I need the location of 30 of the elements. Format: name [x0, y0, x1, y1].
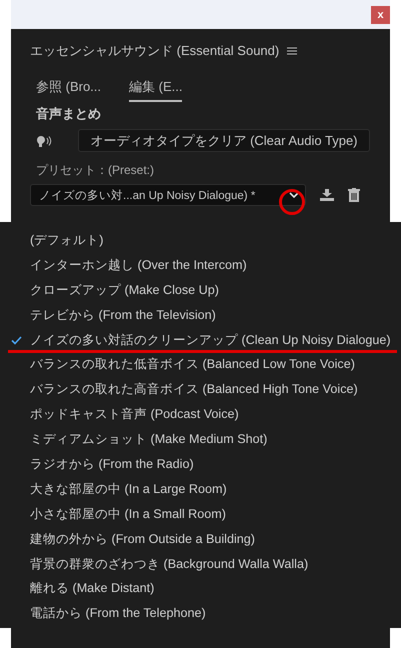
menu-item[interactable]: テレビから (From the Television): [0, 302, 401, 328]
close-button[interactable]: x: [371, 6, 390, 24]
menu-item[interactable]: クローズアップ (Make Close Up): [0, 278, 401, 303]
menu-item[interactable]: バランスの取れた高音ボイス (Balanced High Tone Voice): [0, 377, 401, 402]
menu-item[interactable]: 背景の群衆のざわつき (Background Walla Walla): [0, 552, 401, 576]
clear-audio-type-button[interactable]: オーディオタイプをクリア (Clear Audio Type): [78, 129, 370, 152]
menu-item[interactable]: 建物の外から (From Outside a Building): [0, 526, 401, 552]
speaker-icon: [36, 134, 52, 146]
menu-item[interactable]: ミディアムショット (Make Medium Shot): [0, 427, 401, 452]
menu-item[interactable]: インターホン越し (Over the Intercom): [0, 252, 401, 278]
menu-item[interactable]: (デフォルト): [0, 228, 401, 253]
menu-item[interactable]: ノイズの多い対話のクリーンアップ (Clean Up Noisy Dialogue): [0, 328, 401, 352]
menu-item[interactable]: 小さな部屋の中 (In a Small Room): [0, 502, 401, 527]
menu-item[interactable]: バランスの取れた低音ボイス (Balanced Low Tone Voice): [0, 352, 401, 378]
menu-icon[interactable]: [287, 47, 298, 55]
tab[interactable]: 参照 (Bro...: [36, 78, 102, 102]
menu-item[interactable]: ラジオから (From the Radio): [0, 452, 401, 477]
tab[interactable]: 編集 (E...: [129, 78, 182, 102]
preset-label: プリセット：(Preset:): [36, 162, 156, 179]
download-icon[interactable]: [320, 189, 334, 201]
preset-dropdown[interactable]: ノイズの多い対...an Up Noisy Dialogue) *: [30, 184, 306, 206]
section-heading: 音声まとめ: [36, 105, 102, 123]
highlight-circle: [279, 189, 305, 215]
menu-item[interactable]: 電話から (From the Telephone): [0, 601, 401, 626]
panel-title: エッセンシャルサウンド (Essential Sound): [30, 42, 280, 60]
menu-item[interactable]: ポッドキャスト音声 (Podcast Voice): [0, 402, 401, 428]
menu-item[interactable]: 離れる (Make Distant): [0, 576, 401, 602]
trash-icon[interactable]: [348, 188, 360, 202]
menu-item[interactable]: 大きな部屋の中 (In a Large Room): [0, 476, 401, 502]
chevron-down-icon[interactable]: [289, 192, 299, 198]
